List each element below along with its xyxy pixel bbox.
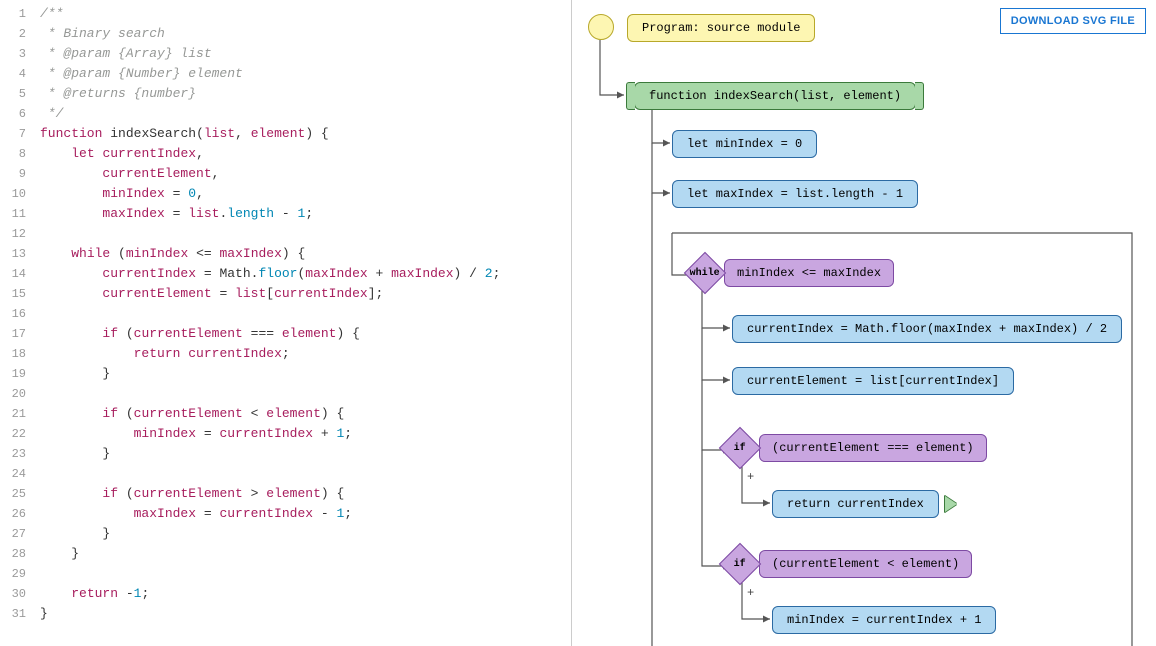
flow-node-current-element: currentElement = list[currentIndex] [732, 367, 1014, 395]
code-line[interactable]: * @param {Array} list [40, 44, 500, 64]
flow-node-min-assign: minIndex = currentIndex + 1 [772, 606, 996, 634]
code-line[interactable]: maxIndex = currentIndex - 1; [40, 504, 500, 524]
flow-node-if-eq: if (currentElement === element) [725, 433, 987, 463]
code-line[interactable]: * Binary search [40, 24, 500, 44]
flow-start-circle [588, 14, 614, 40]
code-line[interactable]: minIndex = currentIndex + 1; [40, 424, 500, 444]
code-line[interactable]: currentIndex = Math.floor(maxIndex + max… [40, 264, 500, 284]
code-line[interactable]: function indexSearch(list, element) { [40, 124, 500, 144]
code-line[interactable]: } [40, 544, 500, 564]
flow-node-while: while minIndex <= maxIndex [690, 258, 894, 288]
flow-node-current-index: currentIndex = Math.floor(maxIndex + max… [732, 315, 1122, 343]
diamond-icon: if [719, 543, 761, 585]
return-arrow-icon [945, 496, 957, 512]
code-line[interactable] [40, 304, 500, 324]
code-line[interactable]: if (currentElement === element) { [40, 324, 500, 344]
diamond-icon: while [684, 252, 726, 294]
code-line[interactable]: * @param {Number} element [40, 64, 500, 84]
flow-node-let-min: let minIndex = 0 [672, 130, 817, 158]
diamond-icon: if [719, 427, 761, 469]
code-line[interactable] [40, 564, 500, 584]
flow-node-let-max: let maxIndex = list.length - 1 [672, 180, 918, 208]
code-line[interactable]: minIndex = 0, [40, 184, 500, 204]
code-line[interactable]: return -1; [40, 584, 500, 604]
flow-node-program: Program: source module [627, 14, 815, 42]
code-line[interactable]: return currentIndex; [40, 344, 500, 364]
code-line[interactable] [40, 224, 500, 244]
code-line[interactable]: maxIndex = list.length - 1; [40, 204, 500, 224]
code-line[interactable]: * @returns {number} [40, 84, 500, 104]
code-line[interactable]: currentElement = list[currentIndex]; [40, 284, 500, 304]
code-line[interactable]: let currentIndex, [40, 144, 500, 164]
code-line[interactable]: } [40, 604, 500, 624]
flowchart-pane: DOWNLOAD SVG FILE [572, 0, 1156, 646]
code-pane: 1234567891011121314151617181920212223242… [0, 0, 572, 646]
code-line[interactable] [40, 384, 500, 404]
flow-node-if-lt: if (currentElement < element) [725, 549, 972, 579]
code-line[interactable]: if (currentElement < element) { [40, 404, 500, 424]
code-line[interactable]: } [40, 444, 500, 464]
flow-node-return: return currentIndex [772, 490, 957, 518]
code-line[interactable]: */ [40, 104, 500, 124]
branch-plus-mark: + [747, 586, 754, 600]
code-line[interactable]: while (minIndex <= maxIndex) { [40, 244, 500, 264]
branch-plus-mark: + [747, 470, 754, 484]
code-content[interactable]: /** * Binary search * @param {Array} lis… [32, 0, 500, 624]
code-line[interactable]: /** [40, 4, 500, 24]
code-line[interactable]: } [40, 364, 500, 384]
code-line[interactable]: } [40, 524, 500, 544]
line-number-gutter: 1234567891011121314151617181920212223242… [0, 0, 32, 624]
code-line[interactable]: if (currentElement > element) { [40, 484, 500, 504]
code-line[interactable] [40, 464, 500, 484]
flow-node-function: function indexSearch(list, element) [634, 82, 916, 110]
code-line[interactable]: currentElement, [40, 164, 500, 184]
